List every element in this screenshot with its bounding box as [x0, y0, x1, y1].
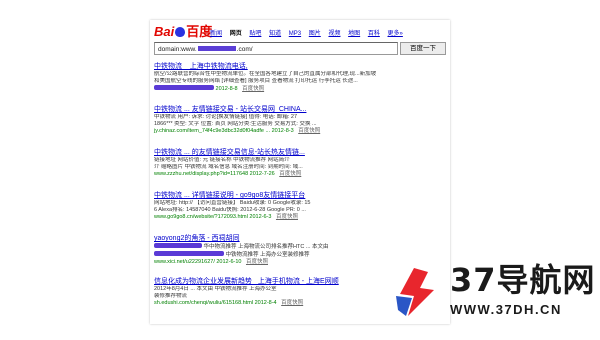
site-watermark: 37导航网 WWW.37DH.CN	[392, 248, 600, 334]
query-prefix: domain:www.	[158, 46, 197, 53]
redaction-mark	[154, 85, 214, 90]
result-title-link[interactable]: 中铁物流 ... 详情链接说明 - go9go8友情链接平台	[154, 191, 446, 200]
result-title-link[interactable]: yaoyong2的角落 - 西祠胡同	[154, 234, 446, 243]
result-snippet-text: 中铁物流推荐 上海办公室装修推荐	[225, 252, 310, 258]
result-date: 2012-8-8	[215, 86, 238, 92]
result-snippet-line: 中铁物流 用户: 诉求: 讨论[换友情链接] 值得: 电话: 邮箱: 27	[154, 114, 298, 120]
result-url-line: 2012-8-8 百度快照	[154, 85, 446, 93]
result-snippet-line: 和美国航空专线的服务网络 [详细查看] 服务项目 查看物流 打印托运 行李托运 …	[154, 78, 358, 84]
result-snippet-line: 航空/公路联营的综合性中型物流单位。在全国各地建立了自己的直属分部和代理,现..…	[154, 71, 377, 77]
result-snippet-text: 华中物流推荐 上海物流公司排名推荐HTC ... 本文由	[203, 244, 329, 250]
snapshot-link[interactable]: 百度快照	[279, 171, 301, 177]
query-suffix: .com/	[236, 46, 253, 53]
result-url: sh.edushi.com/chenqi/wuliu/615168.html	[154, 300, 254, 306]
redaction-mark	[154, 243, 202, 248]
nav-zhidao[interactable]: 知道	[269, 31, 281, 37]
snapshot-link[interactable]: 百度快照	[298, 128, 320, 134]
result-url-line: jy.chinaz.com/item_74f4c9e3dbc32d0f04adf…	[154, 128, 446, 135]
result-date: 2012-7-26	[249, 171, 275, 177]
result-date: 2012-6-10	[216, 259, 242, 265]
result-url-line: www.go9go8.cn/website/?172093.html 2012-…	[154, 214, 446, 221]
redaction-mark	[197, 46, 236, 51]
logo-text-right: 百度	[186, 24, 213, 39]
nav-mp3[interactable]: MP3	[289, 31, 301, 37]
search-button[interactable]: 百度一下	[400, 42, 446, 55]
result-item: 中铁物流__上海中铁物流电话, 航空/公路联营的综合性中型物流单位。在全国各地建…	[154, 62, 446, 93]
result-snippet-line: 网站地址: http:// 【访问直营链接】 Baidu收录: 0 Google…	[154, 200, 311, 206]
nav-images[interactable]: 图片	[309, 31, 321, 37]
bolt-logo-icon	[396, 268, 434, 316]
result-url-line: www.zzzhu.net/display.php?id=117648 2012…	[154, 171, 446, 178]
result-url: www.go9go8.cn/website/?172093.html	[154, 214, 248, 220]
result-date: 2012-8-3	[271, 128, 294, 134]
result-item: 中铁物流 ... 友情链接交易 - 站长交易网_CHINA... 中铁物流 用户…	[154, 105, 446, 135]
result-item: 中铁物流 ... 详情链接说明 - go9go8友情链接平台 网站地址: htt…	[154, 191, 446, 221]
snapshot-link[interactable]: 百度快照	[276, 214, 298, 220]
result-url: jy.chinaz.com/item_74f4c9e3dbc32d0f04adf…	[154, 128, 271, 134]
baidu-header: Bai 百度 新闻 网页 贴吧 知道 MP3 图片 视频 地图 百科 更多»	[154, 24, 446, 42]
nav-web: 网页	[229, 31, 242, 37]
paw-icon	[175, 27, 186, 37]
logo-text-left: Bai	[154, 24, 175, 39]
snapshot-link[interactable]: 百度快照	[281, 300, 303, 306]
nav-more[interactable]: 更多»	[388, 31, 403, 37]
result-item: 中铁物流 ... 的友情链接交易信息-站长热友情链... 链接地址 网站价值: …	[154, 148, 446, 178]
redaction-mark	[154, 251, 224, 256]
result-url: www.xici.net/u22291627/	[154, 259, 215, 265]
search-category-nav: 新闻 网页 贴吧 知道 MP3 图片 视频 地图 百科 更多»	[210, 28, 409, 37]
result-snippet-line: 1866*** 类型: 文字 位置: 首页 网站分类:生活服务 交易方式: 交换…	[154, 121, 317, 127]
result-url: www.zzzhu.net/display.php?id=117648	[154, 171, 249, 177]
snapshot-link[interactable]: 百度快照	[246, 259, 268, 265]
result-snippet-line: 链接地址 网站价值: 元 链接名称 中铁物流推荐 网站简介	[154, 157, 290, 163]
result-snippet-line: 介 缩略图片 中铁物流 域名信息 域名注册时间: 到期时间: 域...	[154, 164, 303, 170]
baidu-logo[interactable]: Bai 百度	[154, 24, 212, 40]
nav-news[interactable]: 新闻	[210, 31, 222, 37]
result-title-link[interactable]: 中铁物流 ... 友情链接交易 - 站长交易网_CHINA...	[154, 105, 446, 114]
nav-map[interactable]: 地图	[348, 31, 360, 37]
search-input[interactable]: domain:www. .com/	[154, 42, 398, 55]
snapshot-link[interactable]: 百度快照	[242, 86, 264, 92]
result-date: 2012-6-3	[249, 214, 272, 220]
nav-baike[interactable]: 百科	[368, 31, 380, 37]
result-snippet-line: 6 Alexa排名: 14587040 Baidu快照: 2012-6-28 G…	[154, 207, 306, 213]
nav-video[interactable]: 视频	[328, 31, 340, 37]
result-title-link[interactable]: 中铁物流 ... 的友情链接交易信息-站长热友情链...	[154, 148, 446, 157]
nav-tieba[interactable]: 贴吧	[249, 31, 261, 37]
result-title-link[interactable]: 中铁物流__上海中铁物流电话,	[154, 62, 446, 71]
watermark-site: WWW.37DH.CN	[450, 302, 562, 317]
watermark-brand: 37导航网	[450, 261, 596, 299]
result-date: 2012-8-4	[254, 300, 277, 306]
